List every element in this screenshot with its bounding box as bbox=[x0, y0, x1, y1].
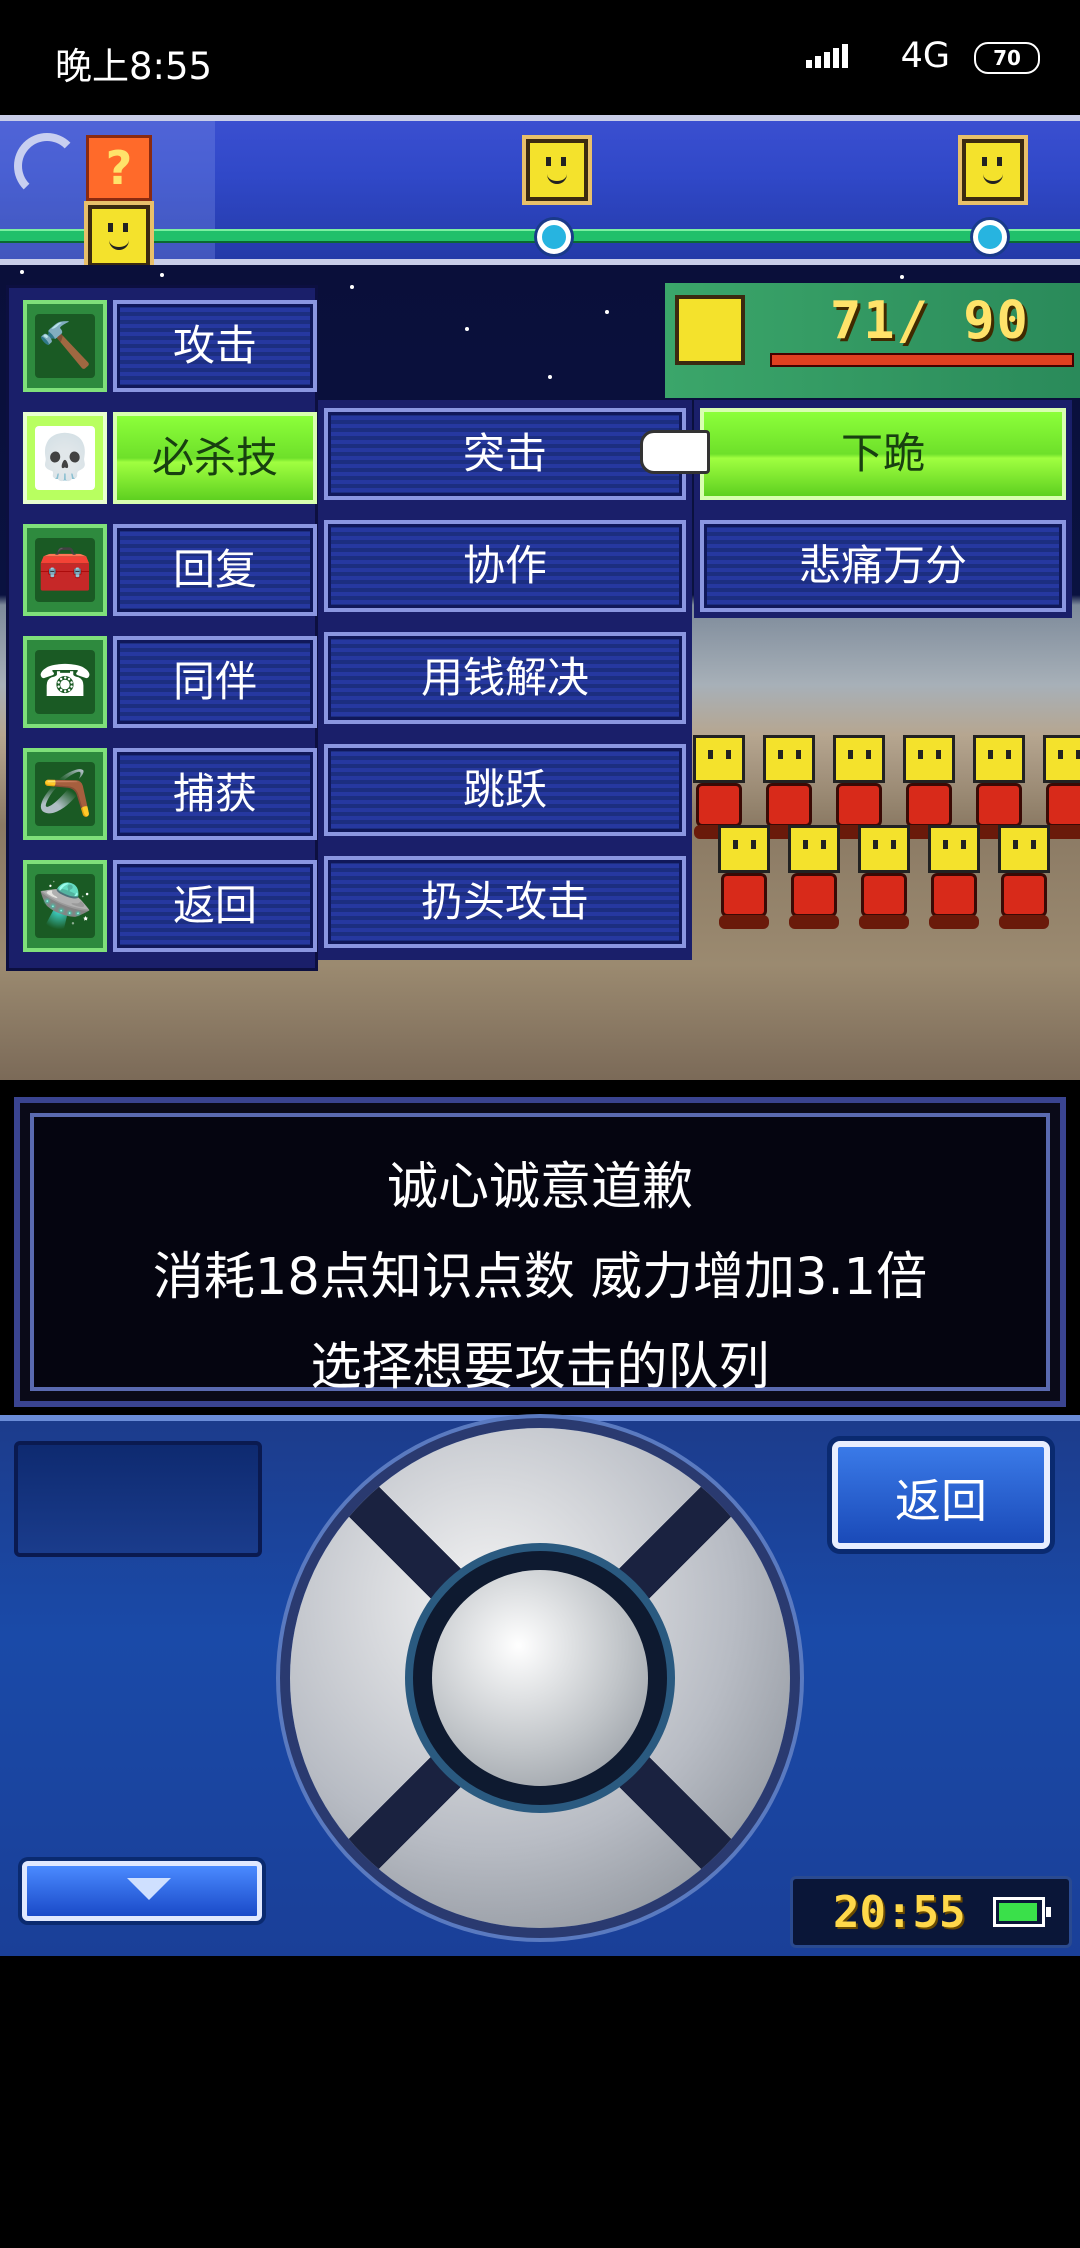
skull-icon: 💀 bbox=[23, 412, 107, 504]
skill-charge-button[interactable]: 突击 bbox=[324, 408, 686, 500]
battery-icon: 70 bbox=[974, 42, 1040, 74]
menu-item-capture[interactable]: 🪃 捕获 bbox=[15, 740, 317, 848]
heal-button[interactable]: 回复 bbox=[113, 524, 317, 616]
menu-back-button[interactable]: 返回 bbox=[113, 860, 317, 952]
ally-face-icon bbox=[526, 139, 588, 201]
net-icon: 🪃 bbox=[23, 748, 107, 840]
party-member-face-icon bbox=[675, 295, 745, 365]
enemy-soldier[interactable] bbox=[855, 825, 913, 931]
hammer-icon: 🔨 bbox=[23, 300, 107, 392]
enemy-soldier[interactable] bbox=[995, 825, 1053, 931]
menu-item-heal[interactable]: 🧰 回复 bbox=[15, 516, 317, 624]
skill-jump-button[interactable]: 跳跃 bbox=[324, 744, 686, 836]
skill-headthrow-button[interactable]: 扔头攻击 bbox=[324, 856, 686, 948]
unknown-enemy-icon: ? bbox=[86, 135, 152, 201]
status-bar: 晚上8:55 4G 70 bbox=[0, 0, 1080, 115]
skill-pay-button[interactable]: 用钱解决 bbox=[324, 632, 686, 724]
capture-button[interactable]: 捕获 bbox=[113, 748, 317, 840]
dpad-center-button[interactable] bbox=[432, 1570, 648, 1786]
timeline-marker bbox=[537, 220, 571, 254]
left-shoulder-panel[interactable] bbox=[14, 1441, 262, 1557]
special-skill-button[interactable]: 必杀技 bbox=[113, 412, 317, 504]
medkit-icon: 🧰 bbox=[23, 524, 107, 616]
companion-button[interactable]: 同伴 bbox=[113, 636, 317, 728]
network-type: 4G bbox=[900, 36, 950, 76]
game-clock: 20:55 bbox=[790, 1876, 1072, 1948]
ufo-icon: 🛸 bbox=[23, 860, 107, 952]
enemy-soldier[interactable] bbox=[715, 825, 773, 931]
turn-timeline: ? bbox=[0, 115, 1080, 267]
attack-button[interactable]: 攻击 bbox=[113, 300, 317, 392]
timeline-marker bbox=[973, 220, 1007, 254]
message-box: 诚心诚意道歉 消耗18点知识点数 威力增加3.1倍 选择想要攻击的队列 bbox=[14, 1097, 1066, 1407]
skill-list-2: 下跪 悲痛万分 bbox=[694, 400, 1072, 618]
menu-item-special[interactable]: 💀 必杀技 bbox=[15, 404, 317, 512]
party-hp-panel: 71/ 90 bbox=[665, 283, 1080, 398]
menu-item-back[interactable]: 🛸 返回 bbox=[15, 852, 317, 960]
skill-cooperate-button[interactable]: 协作 bbox=[324, 520, 686, 612]
skill-kneel-button[interactable]: 下跪 bbox=[700, 408, 1066, 500]
status-time: 晚上8:55 bbox=[55, 45, 213, 88]
signal-icon bbox=[806, 44, 848, 68]
skill-grief-button[interactable]: 悲痛万分 bbox=[700, 520, 1066, 612]
clock-time: 20:55 bbox=[833, 1887, 966, 1938]
skill-instruction: 选择想要攻击的队列 bbox=[310, 1338, 770, 1397]
back-button[interactable]: 返回 bbox=[832, 1441, 1050, 1549]
menu-item-companion[interactable]: ☎ 同伴 bbox=[15, 628, 317, 736]
enemy-soldier[interactable] bbox=[925, 825, 983, 931]
command-menu: 🔨 攻击 💀 必杀技 🧰 回复 ☎ 同伴 🪃 捕获 🛸 返回 bbox=[6, 285, 318, 971]
player-face-icon bbox=[88, 205, 150, 267]
pointer-hand-icon bbox=[640, 430, 710, 474]
hp-bar bbox=[770, 353, 1074, 367]
menu-item-attack[interactable]: 🔨 攻击 bbox=[15, 292, 317, 400]
enemy-army[interactable] bbox=[690, 735, 1080, 935]
hp-value: 71/ 90 bbox=[830, 291, 1030, 351]
telephone-icon: ☎ bbox=[23, 636, 107, 728]
battery-icon bbox=[993, 1897, 1051, 1927]
skill-list: 突击 协作 用钱解决 跳跃 扔头攻击 bbox=[318, 400, 692, 960]
enemy-soldier[interactable] bbox=[785, 825, 843, 931]
ally-face-icon bbox=[962, 139, 1024, 201]
skill-cost: 消耗18点知识点数 威力增加3.1倍 bbox=[152, 1248, 928, 1307]
arc-icon bbox=[14, 133, 80, 199]
scroll-down-button[interactable] bbox=[22, 1861, 262, 1921]
skill-name: 诚心诚意道歉 bbox=[386, 1158, 693, 1217]
